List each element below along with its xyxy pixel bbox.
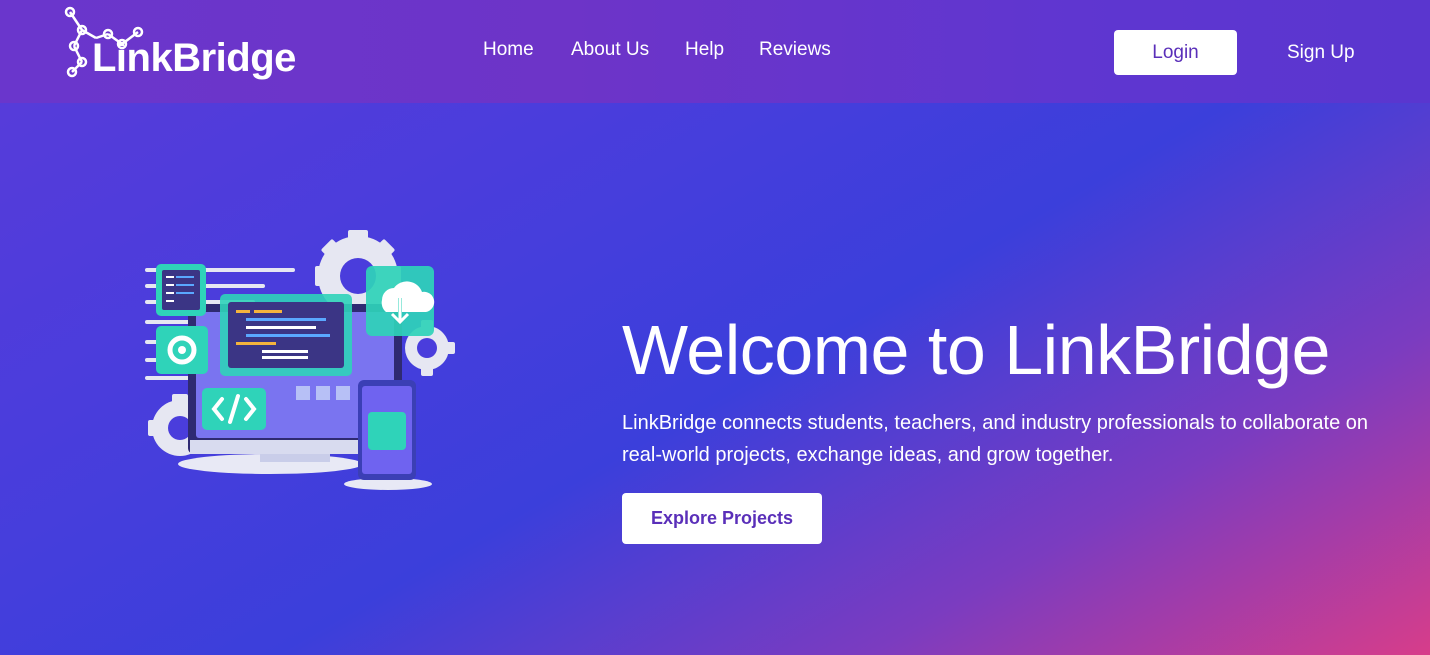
- brand-name: LinkBridge: [92, 36, 296, 80]
- nav-help[interactable]: Help: [685, 39, 724, 61]
- hero-illustration: [140, 228, 460, 493]
- explore-projects-button[interactable]: Explore Projects: [622, 493, 822, 544]
- hero-title: Welcome to LinkBridge: [622, 311, 1331, 389]
- nav-reviews[interactable]: Reviews: [759, 39, 831, 61]
- login-button[interactable]: Login: [1114, 30, 1237, 75]
- smartphone-icon: [358, 380, 416, 480]
- logo[interactable]: LinkBridge: [60, 4, 310, 88]
- signup-link[interactable]: Sign Up: [1287, 42, 1355, 64]
- code-tag-icon: [202, 388, 266, 430]
- nav-about-us[interactable]: About Us: [571, 39, 649, 61]
- nav-home[interactable]: Home: [483, 39, 534, 61]
- hero-description: LinkBridge connects students, teachers, …: [622, 412, 1368, 466]
- monitor-code-illustration: [145, 230, 455, 490]
- cloud-download-icon: [366, 266, 435, 336]
- header: LinkBridge Home About Us Help Reviews Lo…: [0, 0, 1430, 103]
